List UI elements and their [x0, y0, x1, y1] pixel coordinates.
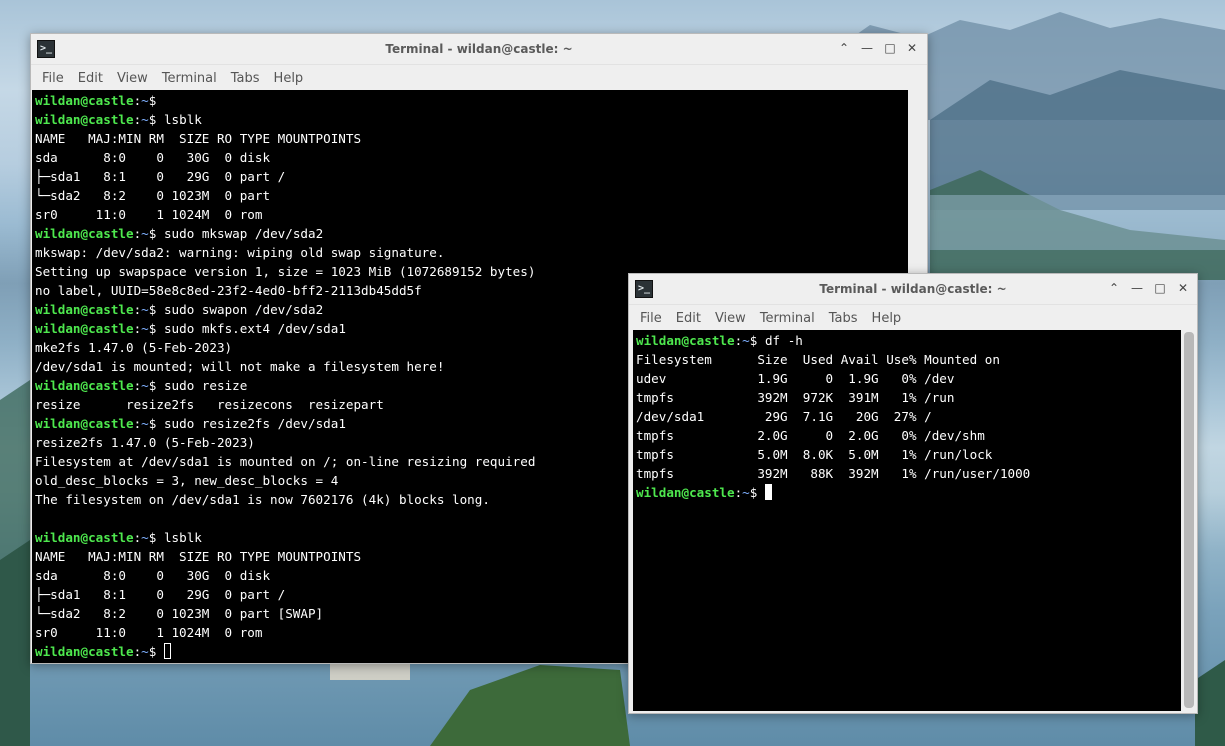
prompt-line: wildan@castle:~$ sudo mkswap /dev/sda2 — [35, 224, 908, 243]
command-text: lsblk — [156, 530, 202, 545]
menu-file[interactable]: File — [633, 311, 669, 326]
menu-tabs[interactable]: Tabs — [822, 311, 865, 326]
prompt-user: wildan@castle — [35, 530, 134, 545]
prompt-path: ~ — [141, 530, 149, 545]
menu-edit[interactable]: Edit — [71, 71, 110, 86]
close-icon[interactable]: ✕ — [905, 41, 919, 55]
menu-terminal[interactable]: Terminal — [753, 311, 822, 326]
menu-help[interactable]: Help — [865, 311, 909, 326]
menu-view[interactable]: View — [110, 71, 155, 86]
prompt-path: ~ — [141, 112, 149, 127]
prompt-user: wildan@castle — [35, 644, 134, 659]
scrollbar-thumb[interactable] — [1184, 332, 1194, 708]
terminal-output[interactable]: wildan@castle:~$ df -h Filesystem Size Us… — [633, 330, 1181, 711]
command-text: lsblk — [156, 112, 202, 127]
minimize-icon[interactable]: — — [1130, 281, 1144, 295]
output-line: ├─sda1 8:1 0 29G 0 part / — [35, 169, 286, 184]
prompt-line: wildan@castle:~$ — [35, 91, 908, 110]
command-text: df -h — [757, 333, 803, 348]
prompt-path: ~ — [141, 644, 149, 659]
command-text: sudo resize2fs /dev/sda1 — [156, 416, 346, 431]
command-text: sudo mkswap /dev/sda2 — [156, 226, 324, 241]
text-cursor[interactable] — [764, 484, 772, 500]
prompt-path: ~ — [141, 302, 149, 317]
command-text: sudo resize — [156, 378, 248, 393]
output-line: /dev/sda1 29G 7.1G 20G 27% / — [636, 409, 932, 424]
window-title: Terminal - wildan@castle: ~ — [385, 42, 573, 56]
output-line: └─sda2 8:2 0 1023M 0 part — [35, 188, 278, 203]
output-line: sda 8:0 0 30G 0 disk — [35, 150, 278, 165]
chevron-up-icon[interactable]: ⌃ — [837, 41, 851, 55]
prompt-user: wildan@castle — [35, 93, 134, 108]
title-bar[interactable]: >_ Terminal - wildan@castle: ~ ⌃ — □ ✕ — [31, 34, 927, 65]
terminal-window-right[interactable]: >_ Terminal - wildan@castle: ~ ⌃ — □ ✕ F… — [628, 273, 1198, 714]
prompt-line: wildan@castle:~$ — [636, 483, 1181, 502]
output-line: tmpfs 2.0G 0 2.0G 0% /dev/shm — [636, 428, 985, 443]
prompt-user: wildan@castle — [35, 378, 134, 393]
text-cursor[interactable] — [163, 643, 171, 659]
prompt-line: wildan@castle:~$ df -h — [636, 331, 1181, 350]
output-line: udev 1.9G 0 1.9G 0% /dev — [636, 371, 955, 386]
prompt-path: ~ — [141, 226, 149, 241]
output-line: tmpfs 392M 972K 391M 1% /run — [636, 390, 955, 405]
maximize-icon[interactable]: □ — [1153, 281, 1167, 295]
command-text — [757, 485, 765, 500]
output-line: tmpfs 5.0M 8.0K 5.0M 1% /run/lock — [636, 447, 993, 462]
menu-bar: File Edit View Terminal Tabs Help — [629, 305, 1197, 331]
output-line: Filesystem Size Used Avail Use% Mounted … — [636, 352, 1000, 367]
command-text — [156, 644, 164, 659]
prompt-line: wildan@castle:~$ lsblk — [35, 110, 908, 129]
menu-help[interactable]: Help — [267, 71, 311, 86]
menu-file[interactable]: File — [35, 71, 71, 86]
menu-tabs[interactable]: Tabs — [224, 71, 267, 86]
menu-edit[interactable]: Edit — [669, 311, 708, 326]
menu-terminal[interactable]: Terminal — [155, 71, 224, 86]
menu-bar: File Edit View Terminal Tabs Help — [31, 65, 927, 91]
command-text: sudo mkfs.ext4 /dev/sda1 — [156, 321, 346, 336]
title-bar[interactable]: >_ Terminal - wildan@castle: ~ ⌃ — □ ✕ — [629, 274, 1197, 305]
output-line: mkswap: /dev/sda2: warning: wiping old s… — [35, 245, 445, 260]
chevron-up-icon[interactable]: ⌃ — [1107, 281, 1121, 295]
command-text: sudo swapon /dev/sda2 — [156, 302, 324, 317]
prompt-user: wildan@castle — [35, 112, 134, 127]
prompt-user: wildan@castle — [636, 333, 735, 348]
prompt-user: wildan@castle — [35, 302, 134, 317]
prompt-path: ~ — [742, 485, 750, 500]
prompt-path: ~ — [141, 93, 149, 108]
menu-view[interactable]: View — [708, 311, 753, 326]
output-line: NAME MAJ:MIN RM SIZE RO TYPE MOUNTPOINTS — [35, 131, 362, 146]
prompt-user: wildan@castle — [35, 416, 134, 431]
prompt-user: wildan@castle — [636, 485, 735, 500]
prompt-user: wildan@castle — [35, 321, 134, 336]
prompt-path: ~ — [141, 378, 149, 393]
minimize-icon[interactable]: — — [860, 41, 874, 55]
output-line: tmpfs 392M 88K 392M 1% /run/user/1000 — [636, 466, 1031, 481]
prompt-path: ~ — [742, 333, 750, 348]
prompt-user: wildan@castle — [35, 226, 134, 241]
output-line: sr0 11:0 1 1024M 0 rom — [35, 207, 278, 222]
close-icon[interactable]: ✕ — [1176, 281, 1190, 295]
maximize-icon[interactable]: □ — [883, 41, 897, 55]
prompt-symbol: $ — [148, 93, 157, 108]
prompt-path: ~ — [141, 321, 149, 336]
prompt-path: ~ — [141, 416, 149, 431]
scrollbar[interactable] — [1181, 330, 1197, 711]
